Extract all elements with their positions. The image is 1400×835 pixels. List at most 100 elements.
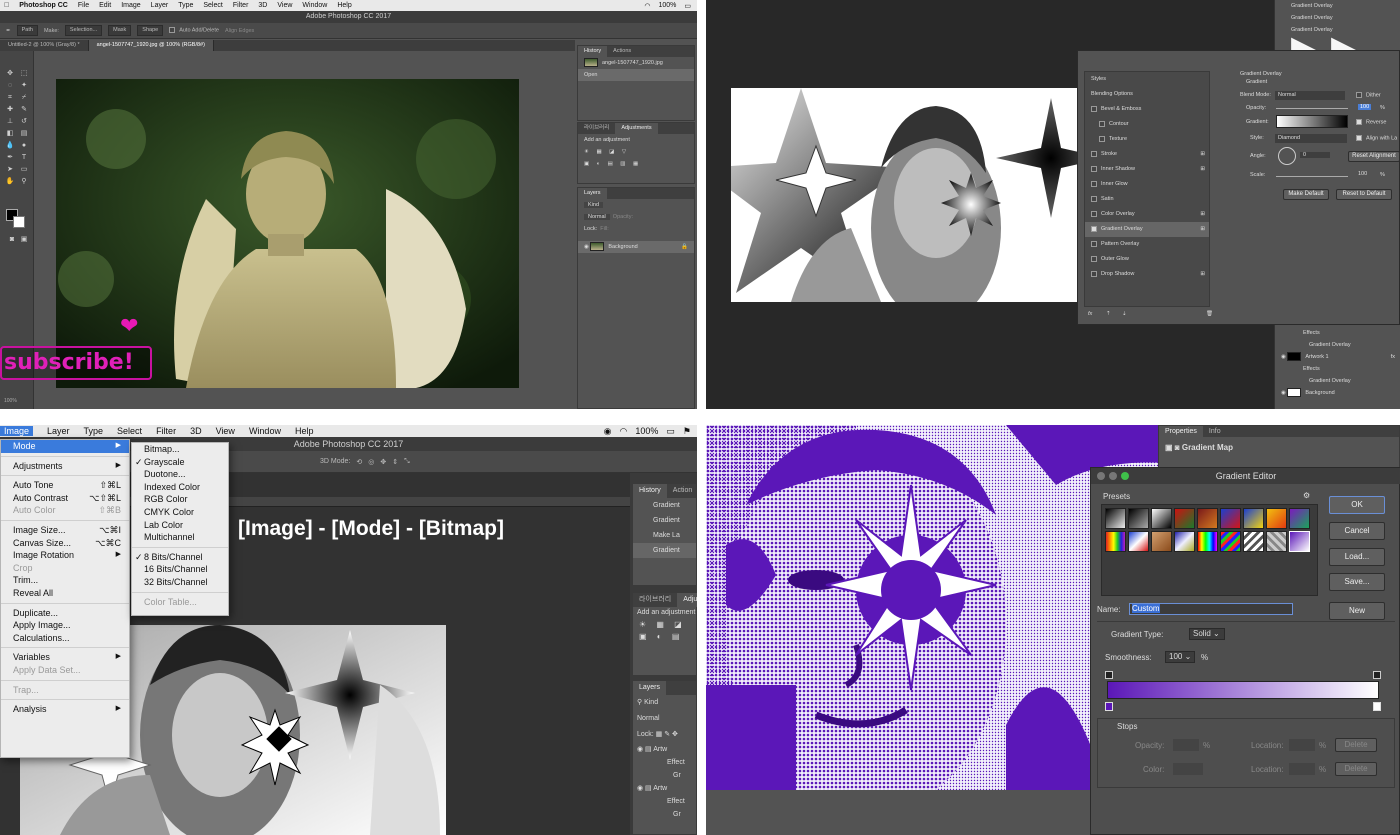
adjustment-icons[interactable]: ☀ ▦ ◪ ▽ [578,146,694,158]
preset-red-green[interactable] [1174,508,1195,529]
wifi-icon[interactable]: ◠ [620,426,628,437]
style-inner-shadow[interactable]: Inner Shadow ⊞ [1085,162,1209,177]
cancel-button[interactable]: Cancel [1329,522,1385,540]
battery-icon[interactable]: ▭ [684,2,691,10]
menu-item-cmyk-color[interactable]: CMYK Color [132,506,228,519]
lasso-tool-icon[interactable]: ◌ [4,81,16,90]
opacity-stop-right[interactable] [1373,671,1381,679]
delete-opacity-stop-button[interactable]: Delete [1335,738,1377,752]
history-snapshot[interactable]: angel-1507747_1920.jpg [578,57,694,69]
menu-layer[interactable]: Layer [47,426,70,436]
magic-wand-icon[interactable]: ✦ [18,81,30,90]
style-gradient-overlay[interactable]: Gradient Overlay ⊞ [1085,222,1209,237]
tab-actions[interactable]: Actions [607,46,637,57]
preset-orange-yellow[interactable] [1266,508,1287,529]
color-stop-left[interactable] [1105,702,1113,711]
menu-filter[interactable]: Filter [156,426,176,436]
layer-row-gradient-1[interactable]: Gradient Overlay [1275,0,1400,12]
menu-item-8-bits-channel[interactable]: ✓ 8 Bits/Channel [132,551,228,564]
3d-slide-icon[interactable]: ⇕ [392,458,398,466]
menu-3d[interactable]: 3D [190,426,202,436]
menu-type[interactable]: Type [178,2,193,9]
stop-color-swatch[interactable] [1173,763,1203,775]
delete-color-stop-button[interactable]: Delete [1335,762,1377,776]
preset-black-white[interactable] [1105,508,1126,529]
name-input[interactable]: Custom [1129,603,1293,615]
adjustment-icons-row2[interactable]: ▣ ◐ ▤ [633,631,696,643]
menu-item-canvas-size[interactable]: Canvas Size... ⌥⌘C [1,537,129,550]
canvas-gradient-art[interactable] [731,88,1081,302]
menu-filter[interactable]: Filter [233,2,249,9]
menu-help[interactable]: Help [295,426,314,436]
style-inner-glow[interactable]: Inner Glow [1085,177,1209,192]
layer-effects-b[interactable]: Effect [633,795,696,808]
menu-item-32-bits-channel[interactable]: 32 Bits/Channel [132,576,228,589]
move-up-icon[interactable]: ⇡ [1106,311,1111,317]
zoom-tool-icon[interactable]: ⚲ [18,177,30,186]
opacity-input[interactable]: 100 [1358,104,1372,110]
style-outer-glow[interactable]: Outer Glow [1085,252,1209,267]
minimize-icon[interactable] [1109,472,1117,480]
tab-layers[interactable]: Layers [578,188,607,199]
tab-info[interactable]: Info [1203,426,1227,437]
menu-item-duotone[interactable]: Duotone... [132,468,228,481]
tab-libraries[interactable]: 라이브러리 [578,123,615,134]
layer-kind-filter[interactable]: ⚲ Kind [633,695,696,711]
menu-item-adjustments[interactable]: Adjustments ▶ [1,460,129,473]
adjustment-icons[interactable]: ☀ ▦ ◪ [633,619,696,631]
preset-stripes[interactable] [1220,531,1241,552]
menu-item-trim[interactable]: Trim... [1,574,129,587]
menu-item-rgb-color[interactable]: RGB Color [132,493,228,506]
reverse-checkbox[interactable]: Reverse [1356,119,1386,125]
style-bevel-emboss[interactable]: Bevel & Emboss [1085,102,1209,117]
style-select[interactable]: Diamond [1275,134,1347,143]
menu-item-grayscale[interactable]: ✓ Grayscale [132,456,228,469]
style-stroke[interactable]: Stroke ⊞ [1085,147,1209,162]
smoothness-input[interactable]: 100 ⌄ [1165,651,1195,663]
layer-kind-filter[interactable]: Kind [578,199,694,211]
ok-button[interactable]: OK [1329,496,1385,514]
layer-effects-a[interactable]: Effect [633,756,696,769]
gradient-type-select[interactable]: Solid ⌄ [1189,628,1225,640]
marquee-tool-icon[interactable]: ⬚ [18,69,30,78]
style-contour[interactable]: Contour [1085,117,1209,132]
layer-blend-select[interactable]: Normal [633,711,696,727]
move-tool-icon[interactable]: ✥ [4,69,16,78]
menu-window[interactable]: Window [302,2,327,9]
menu-item-auto-contrast[interactable]: Auto Contrast ⌥⇧⌘L [1,492,129,505]
preset-copper[interactable] [1128,531,1149,552]
layer-row-gradient-2[interactable]: Gradient Overlay [1275,12,1400,24]
layer-gradient-overlay-4[interactable]: Gradient Overlay [1275,339,1400,351]
make-default-button[interactable]: Make Default [1283,189,1329,200]
tab-adjustments[interactable]: Adjustments [615,123,658,134]
layer-artwork-a[interactable]: ◉ ▤ Artw [633,743,696,756]
history-brush-icon[interactable]: ↺ [18,117,30,126]
record-icon[interactable]: ◉ [604,426,612,437]
menu-select[interactable]: Select [117,426,142,436]
selection-button[interactable]: Selection... [64,25,103,36]
eyedropper-icon[interactable]: ⌿ [18,93,30,102]
adjustment-icons-row2[interactable]: ▣ ◐ ▤ ▥ ▦ [578,158,694,170]
dither-checkbox[interactable]: Dither [1356,92,1381,98]
menu-image[interactable]: Image [0,426,34,436]
layer-artwork-1[interactable]: ◉ Artwork 1 fx [1275,351,1400,363]
align-checkbox[interactable]: Align with La [1356,135,1397,141]
menu-edit[interactable]: Edit [99,2,111,9]
3d-orbit-icon[interactable]: ⟲ [356,458,362,466]
menu-item-indexed-color[interactable]: Indexed Color [132,481,228,494]
menu-file[interactable]: File [78,2,89,9]
tab-layers[interactable]: Layers [633,681,667,695]
preset-fg-transparent[interactable] [1128,508,1149,529]
layer-artwork-b[interactable]: ◉ ▤ Artw [633,782,696,795]
history-item-3[interactable]: Make La [633,528,696,543]
wifi-icon[interactable]: ◠ [644,2,650,10]
dodge-tool-icon[interactable]: ● [18,141,30,150]
menu-item-mode[interactable]: Mode ▶ [1,440,129,453]
scale-input[interactable]: 100 [1358,171,1367,177]
scale-slider[interactable] [1276,176,1348,177]
tab-actions[interactable]: Action [667,484,697,498]
stop-color-location-input[interactable] [1289,763,1315,775]
preset-transparent-stripes[interactable] [1266,531,1287,552]
type-tool-icon[interactable]: T [18,153,30,162]
doc-tab-angel[interactable]: angel-1507747_1920.jpg @ 100% (RGB/8#) [88,40,214,51]
